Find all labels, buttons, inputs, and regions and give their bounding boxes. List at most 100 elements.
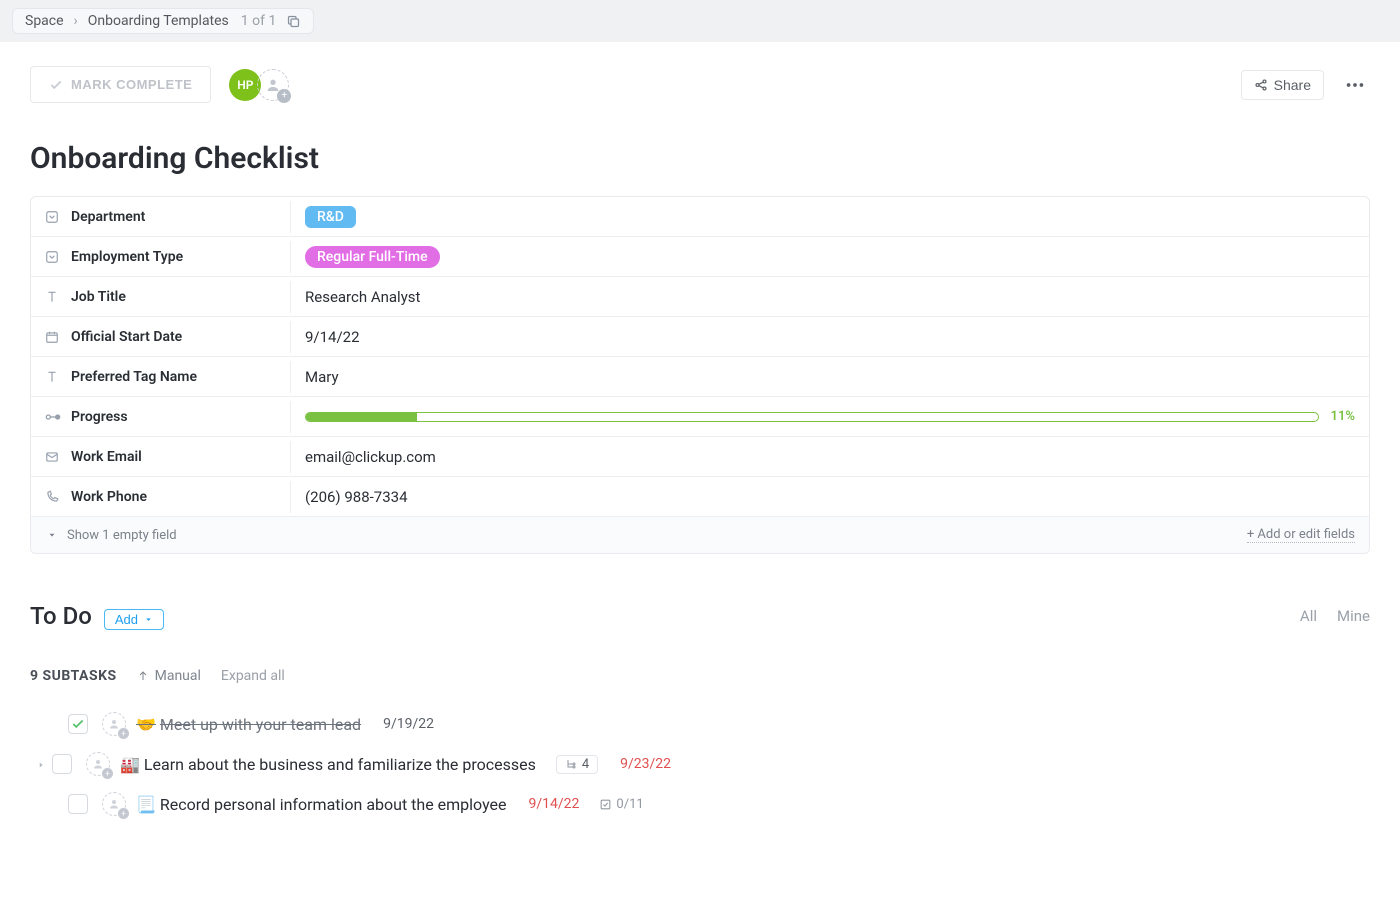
subtasks-count: 9 SUBTASKS [30,668,117,684]
check-icon [49,78,63,92]
caret-down-icon [144,615,153,624]
caret-down-icon [45,530,59,540]
mark-complete-button[interactable]: MARK COMPLETE [30,66,211,103]
field-label: Progress [71,409,128,425]
subtask-row[interactable]: + 📃 Record personal information about th… [30,784,1370,824]
subtask-assignee-button[interactable]: + [102,792,126,816]
field-value-work-phone[interactable]: (206) 988-7334 [291,480,1369,514]
add-assignee-button[interactable]: + [257,69,289,101]
field-row-work-email: Work Email email@clickup.com [31,437,1369,477]
text-field-icon [45,290,61,304]
field-row-employment-type: Employment Type Regular Full-Time [31,237,1369,277]
subtask-name[interactable]: 📃 Record personal information about the … [136,795,507,814]
field-value-tag-name[interactable]: Mary [291,360,1369,394]
tag-employment-type: Regular Full-Time [305,246,440,268]
field-label: Work Phone [71,489,147,505]
arrow-up-icon [137,670,149,682]
show-empty-label: Show 1 empty field [67,528,177,543]
checklist-icon [599,798,612,811]
subtask-row[interactable]: + 🏭 Learn about the business and familia… [30,744,1370,784]
assignees: HP + [229,69,289,101]
email-field-icon [45,450,61,464]
share-icon [1254,78,1268,92]
subtask-assignee-button[interactable]: + [102,712,126,736]
phone-field-icon [45,490,61,504]
field-label: Official Start Date [71,329,182,345]
subtask-checkbox[interactable] [68,714,88,734]
subtask-date[interactable]: 9/19/22 [383,716,434,732]
field-value-job-title[interactable]: Research Analyst [291,280,1369,314]
subtask-children-pill[interactable]: 4 [556,755,598,774]
field-value-employment-type[interactable]: Regular Full-Time [291,238,1369,276]
field-value-progress[interactable]: 11% [291,401,1369,432]
show-empty-fields-toggle[interactable]: Show 1 empty field [45,528,177,543]
top-bar: Space › Onboarding Templates 1 of 1 [0,0,1400,42]
checklist-count-text: 0/11 [616,797,643,812]
breadcrumb-page[interactable]: Onboarding Templates [88,13,229,29]
field-row-work-phone: Work Phone (206) 988-7334 [31,477,1369,517]
emoji-document-icon: 📃 [136,795,156,814]
field-row-department: Department R&D [31,197,1369,237]
subtasks-header: 9 SUBTASKS Manual Expand all [30,668,1370,684]
avatar-initials: HP [237,78,253,92]
field-row-job-title: Job Title Research Analyst [31,277,1369,317]
custom-fields-table: Department R&D Employment Type Regular F… [30,196,1370,554]
subtask-name-text: Record personal information about the em… [160,795,507,814]
subtask-name[interactable]: 🤝 Meet up with your team lead [136,715,361,734]
mark-complete-label: MARK COMPLETE [71,77,192,92]
subtask-name-text: Meet up with your team lead [160,715,361,734]
todo-header: To Do Add All Mine [30,602,1370,630]
todo-title: To Do [30,602,92,630]
expand-all-button[interactable]: Expand all [221,668,285,684]
share-button[interactable]: Share [1241,70,1324,100]
field-label: Preferred Tag Name [71,369,197,385]
subtask-date[interactable]: 9/23/22 [620,756,671,772]
dropdown-field-icon [45,210,61,224]
tag-department: R&D [305,206,356,228]
emoji-factory-icon: 🏭 [120,755,140,774]
subtask-checkbox[interactable] [68,794,88,814]
expand-subtask-button[interactable] [36,755,46,774]
add-edit-fields-button[interactable]: + Add or edit fields [1247,527,1355,543]
plus-icon: + [118,808,129,819]
todo-add-button[interactable]: Add [104,609,164,630]
caret-right-icon [36,760,46,770]
progress-bar [305,412,1319,422]
field-row-start-date: Official Start Date 9/14/22 [31,317,1369,357]
filter-all[interactable]: All [1300,607,1317,625]
field-label: Work Email [71,449,142,465]
calendar-field-icon [45,330,61,344]
more-menu-button[interactable] [1340,70,1370,100]
sort-manual-button[interactable]: Manual [137,668,201,684]
plus-icon: + [118,728,129,739]
page-title: Onboarding Checklist [30,141,1370,176]
breadcrumb-space[interactable]: Space [25,13,64,29]
subtask-assignee-button[interactable]: + [86,752,110,776]
breadcrumb[interactable]: Space › Onboarding Templates 1 of 1 [12,8,314,34]
subtask-date[interactable]: 9/14/22 [529,796,580,812]
field-row-tag-name: Preferred Tag Name Mary [31,357,1369,397]
field-label: Employment Type [71,249,183,265]
progress-percent: 11% [1331,409,1355,424]
breadcrumb-position: 1 of 1 [241,13,277,29]
subtask-row[interactable]: + 🤝 Meet up with your team lead 9/19/22 [30,704,1370,744]
subtask-checkbox[interactable] [52,754,72,774]
subtask-checklist-count[interactable]: 0/11 [599,797,643,812]
subtask-name[interactable]: 🏭 Learn about the business and familiari… [120,755,536,774]
fields-footer: Show 1 empty field + Add or edit fields [31,517,1369,553]
plus-icon: + [102,768,113,779]
filter-mine[interactable]: Mine [1337,607,1370,625]
field-label: Job Title [71,289,126,305]
check-icon [71,717,85,731]
dropdown-field-icon [45,250,61,264]
field-value-start-date[interactable]: 9/14/22 [291,320,1369,354]
chevron-right-icon: › [74,13,78,29]
subtasks-icon [565,758,577,770]
field-value-department[interactable]: R&D [291,198,1369,236]
progress-field-icon [45,412,61,422]
page-header: MARK COMPLETE HP + Share [30,66,1370,103]
field-value-work-email[interactable]: email@clickup.com [291,440,1369,474]
copy-icon[interactable] [286,14,301,29]
emoji-handshake-icon: 🤝 [136,715,156,734]
dots-horizontal-icon [1344,74,1366,96]
